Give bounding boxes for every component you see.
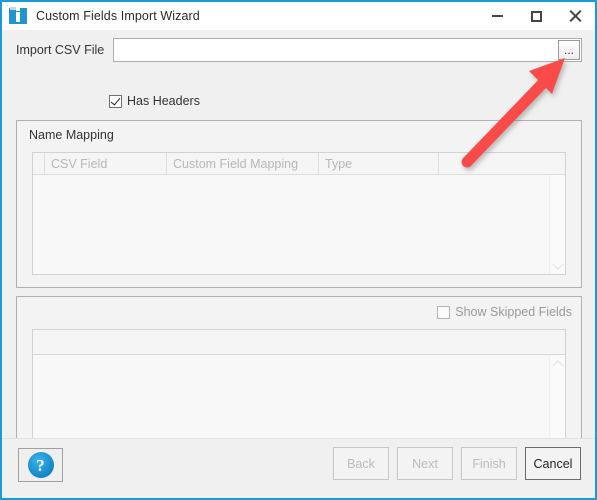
has-headers-checkbox[interactable] [109, 94, 122, 108]
has-headers-label: Has Headers [127, 94, 200, 108]
import-file-input[interactable] [114, 39, 558, 61]
window-controls [478, 2, 595, 30]
name-mapping-grid[interactable]: CSV Field Custom Field Mapping Type [32, 152, 566, 275]
chevron-up-icon [551, 359, 564, 371]
minimize-icon [492, 15, 503, 17]
column-header-custom-field-mapping[interactable]: Custom Field Mapping [167, 153, 319, 174]
skipped-column-header[interactable] [33, 330, 565, 354]
column-header-csv-field[interactable]: CSV Field [45, 153, 167, 174]
browse-button[interactable]: ... [558, 40, 580, 60]
name-mapping-group: Name Mapping CSV Field Custom Field Mapp… [16, 120, 582, 288]
minimize-button[interactable] [478, 2, 517, 30]
chevron-down-icon [551, 258, 564, 270]
import-file-row: Import CSV File ... [16, 38, 582, 62]
next-button[interactable]: Next [397, 447, 453, 480]
dialog-footer: ? Back Next Finish Cancel [2, 438, 595, 498]
name-mapping-header-row: CSV Field Custom Field Mapping Type [33, 153, 565, 175]
dialog-content: Import CSV File ... Has Headers Name Map… [2, 30, 595, 498]
import-file-label: Import CSV File [16, 43, 105, 57]
skipped-fields-header-row [33, 330, 565, 355]
custom-field-icon [9, 7, 27, 25]
back-button[interactable]: Back [333, 447, 389, 480]
close-icon [569, 10, 582, 23]
navigation-buttons: Back Next Finish Cancel [333, 447, 581, 480]
name-mapping-title: Name Mapping [29, 128, 114, 142]
maximize-button[interactable] [517, 2, 556, 30]
maximize-icon [531, 10, 542, 22]
show-skipped-fields-label: Show Skipped Fields [455, 305, 572, 319]
scroll-up-button[interactable] [550, 355, 565, 371]
finish-button[interactable]: Finish [461, 447, 517, 480]
name-mapping-rows [33, 175, 565, 274]
close-button[interactable] [556, 2, 595, 30]
show-skipped-fields-row: Show Skipped Fields [437, 305, 572, 319]
cancel-button[interactable]: Cancel [525, 447, 581, 480]
question-mark-icon: ? [27, 452, 54, 478]
import-file-input-wrapper: ... [113, 38, 582, 62]
dialog-window: Custom Fields Import Wizard Import CSV F… [0, 0, 597, 500]
window-title: Custom Fields Import Wizard [36, 9, 200, 23]
skipped-fields-grid[interactable] [32, 329, 566, 453]
name-mapping-scrollbar[interactable] [549, 175, 565, 274]
help-button[interactable]: ? [18, 448, 63, 482]
column-header-selector[interactable] [33, 153, 45, 174]
title-bar: Custom Fields Import Wizard [2, 2, 595, 30]
has-headers-row[interactable]: Has Headers [109, 94, 200, 108]
scroll-down-button[interactable] [550, 258, 565, 274]
column-header-extra[interactable] [439, 153, 565, 174]
show-skipped-fields-checkbox [437, 305, 451, 319]
column-header-type[interactable]: Type [319, 153, 439, 174]
